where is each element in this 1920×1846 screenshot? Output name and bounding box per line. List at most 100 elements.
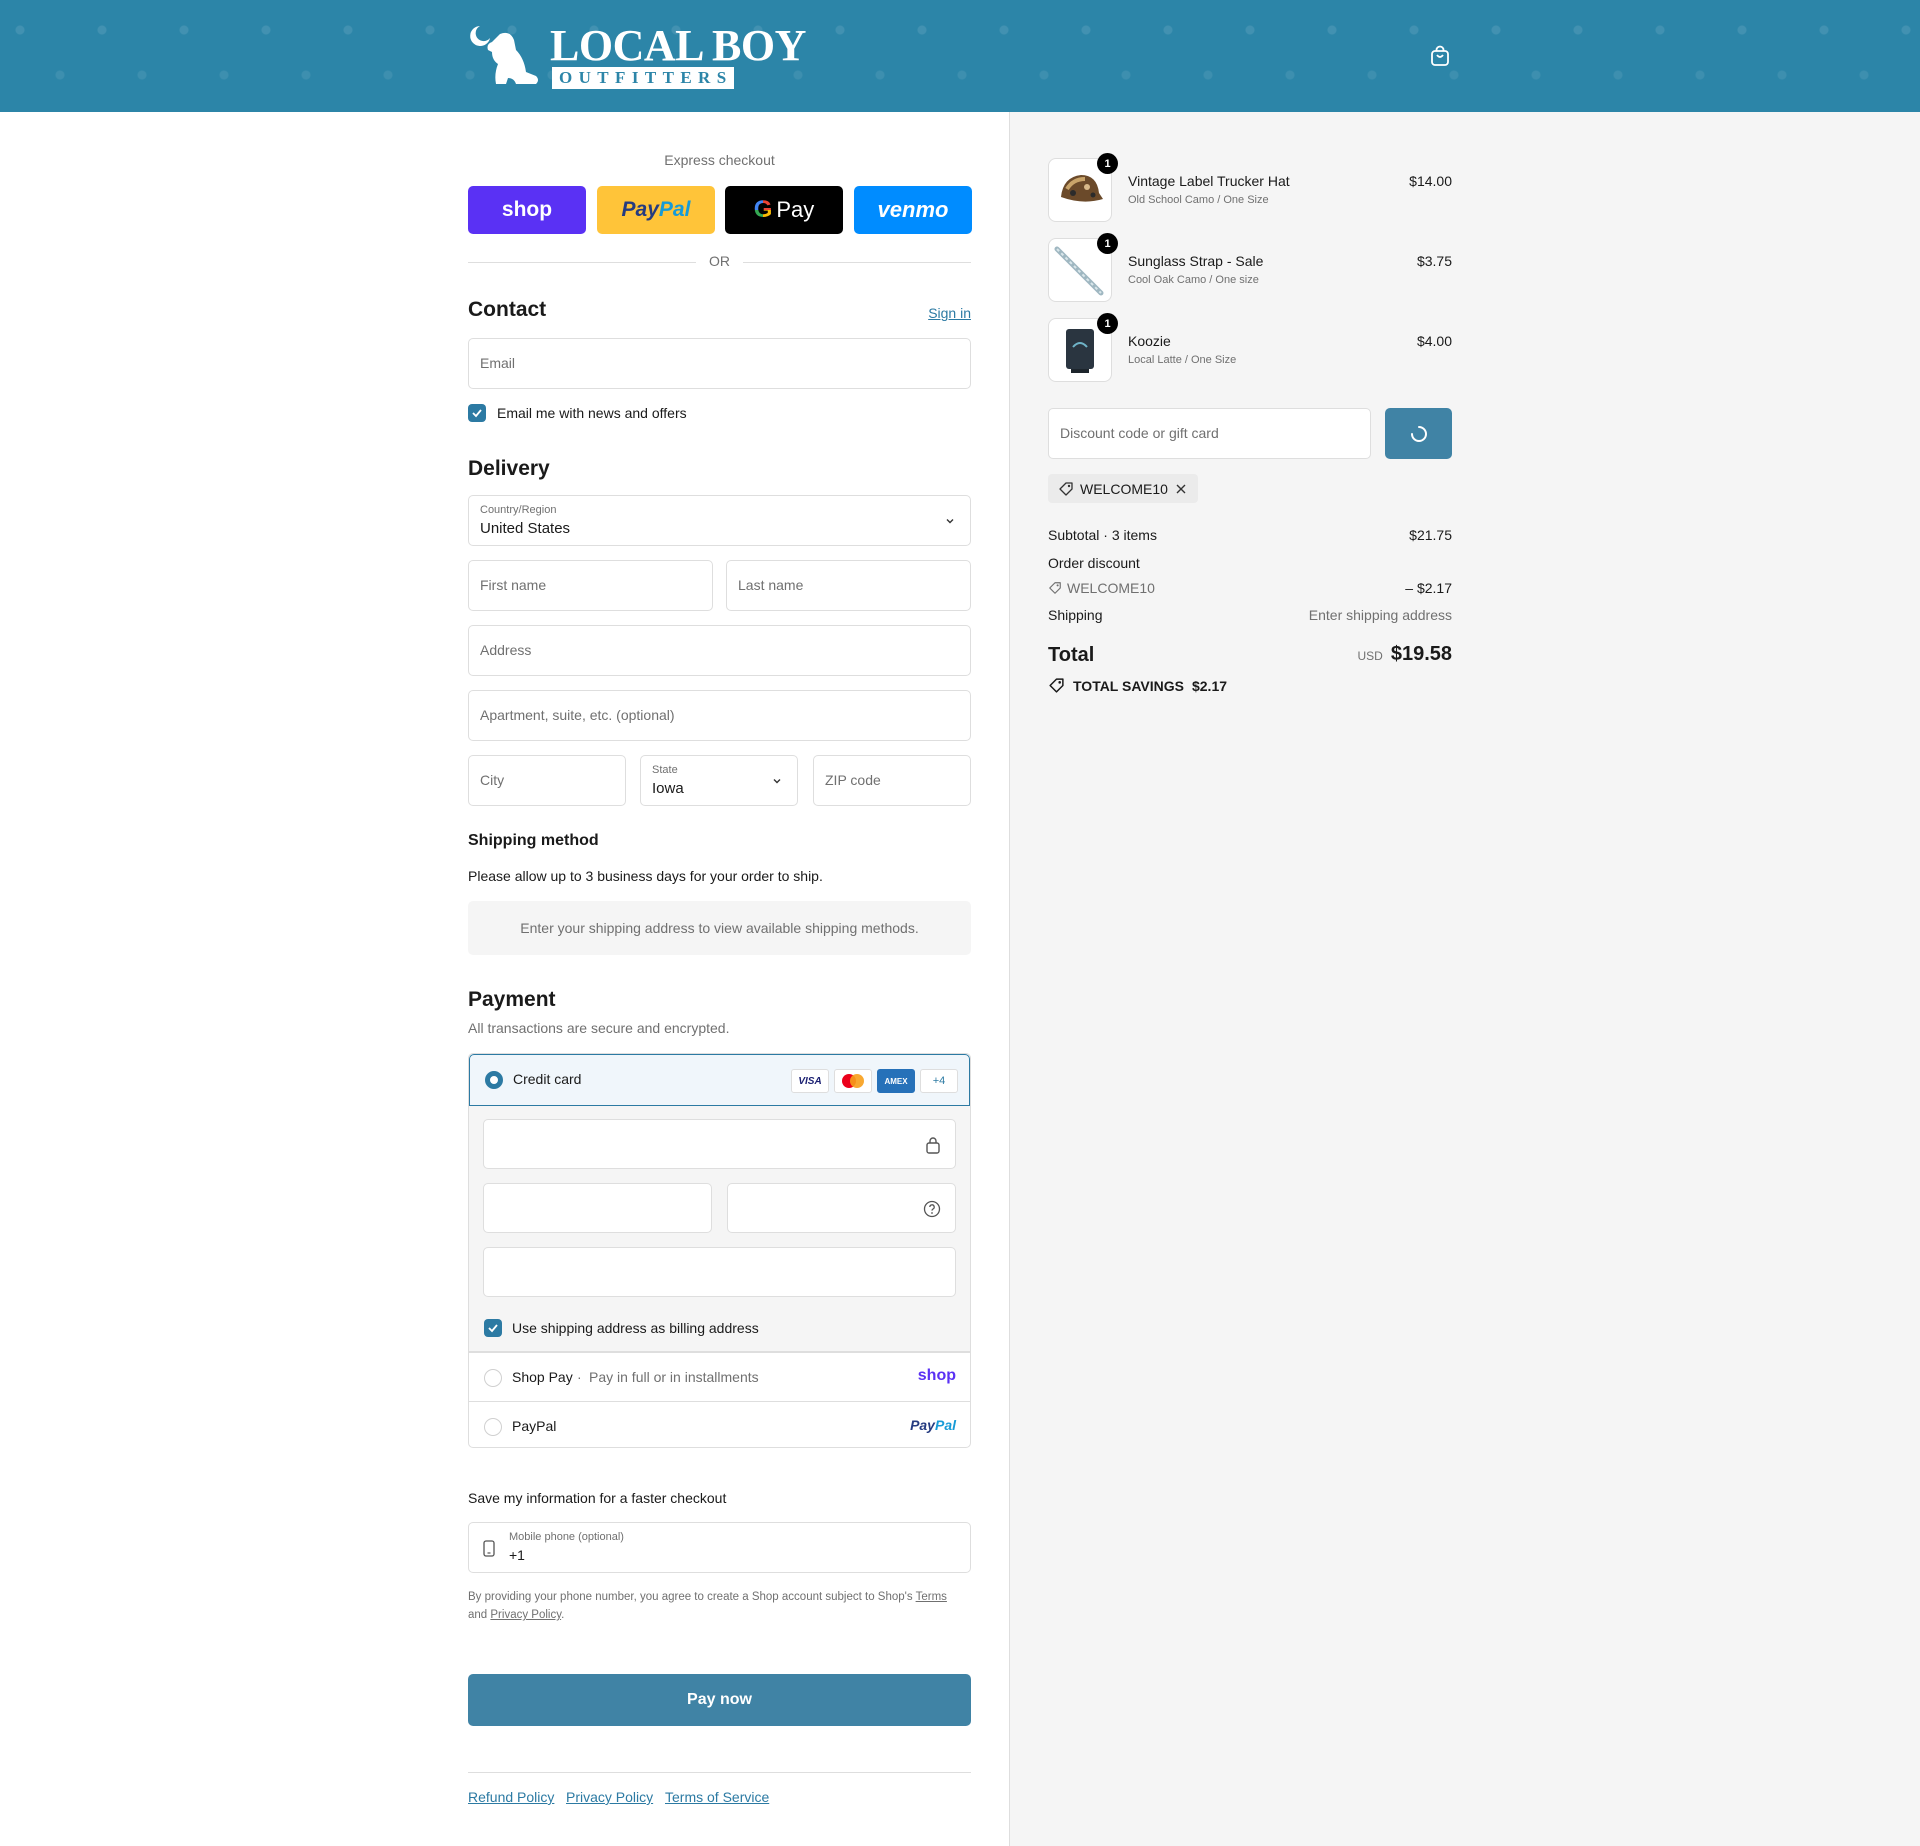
venmo-express-button[interactable]: venmo bbox=[854, 186, 972, 234]
order-discount-label: Order discount bbox=[1048, 555, 1140, 571]
credit-card-label: Credit card bbox=[513, 1071, 582, 1087]
visa-label: VISA bbox=[798, 1075, 822, 1087]
item-name: Vintage Label Trucker Hat bbox=[1128, 173, 1290, 189]
amex-icon: AMEX bbox=[877, 1069, 915, 1093]
name-on-card-field[interactable] bbox=[483, 1247, 956, 1297]
refund-policy-link[interactable]: Refund Policy bbox=[468, 1789, 554, 1805]
google-pay-express-button[interactable]: G Pay bbox=[725, 186, 843, 234]
item-quantity-badge: 1 bbox=[1097, 153, 1118, 174]
payment-subtitle: All transactions are secure and encrypte… bbox=[468, 1020, 730, 1036]
email-input[interactable]: Email bbox=[468, 338, 971, 389]
credit-card-radio[interactable] bbox=[485, 1071, 503, 1089]
brand-subtitle: OUTFITTERS bbox=[552, 67, 734, 89]
more-cards-label: +4 bbox=[932, 1075, 946, 1087]
brand-logo[interactable]: LOCAL BOY OUTFITTERS bbox=[466, 20, 806, 92]
total-savings-row: TOTAL SAVINGS $2.17 bbox=[1048, 677, 1227, 694]
shop-privacy-link[interactable]: Privacy Policy bbox=[490, 1609, 561, 1621]
item-variant: Old School Camo / One Size bbox=[1128, 194, 1269, 206]
brand-name: LOCAL BOY bbox=[550, 21, 806, 70]
legal-period: . bbox=[561, 1609, 565, 1621]
check-icon bbox=[472, 409, 482, 418]
shipping-method-title: Shipping method bbox=[468, 832, 599, 849]
terms-of-service-link[interactable]: Terms of Service bbox=[665, 1789, 769, 1805]
email-placeholder: Email bbox=[480, 355, 516, 371]
shop-pay-logo: shop bbox=[917, 1367, 956, 1384]
item-quantity-badge: 1 bbox=[1097, 313, 1118, 334]
pay-now-button[interactable]: Pay now bbox=[468, 1674, 971, 1726]
discount-value: – $2.17 bbox=[1405, 580, 1452, 596]
apply-discount-button[interactable] bbox=[1385, 408, 1452, 459]
shipping-note: Please allow up to 3 business days for y… bbox=[468, 868, 823, 884]
shop-terms-link[interactable]: Terms bbox=[916, 1591, 947, 1603]
address-input[interactable]: Address bbox=[468, 625, 971, 676]
shopping-bag-icon[interactable] bbox=[1428, 44, 1452, 68]
or-divider: OR bbox=[468, 253, 971, 271]
last-name-input[interactable]: Last name bbox=[726, 560, 971, 611]
total-amount: USD $19.58 bbox=[1357, 643, 1452, 666]
order-summary-pane bbox=[1009, 112, 1920, 1846]
total-label: Total bbox=[1048, 644, 1095, 666]
paypal-radio[interactable] bbox=[484, 1418, 502, 1436]
shop-pay-label: Shop Pay bbox=[512, 1369, 573, 1385]
tag-icon bbox=[1049, 678, 1064, 693]
shop-pay-express-button[interactable]: shop bbox=[468, 186, 586, 234]
news-offers-checkbox[interactable] bbox=[468, 404, 486, 422]
applied-code: WELCOME10 bbox=[1080, 480, 1168, 497]
more-cards-badge: +4 bbox=[920, 1069, 958, 1093]
shop-pay-option[interactable]: Shop Pay · Pay in full or in installment… bbox=[469, 1352, 970, 1402]
paypal-express-button[interactable]: Pay Pal bbox=[597, 186, 715, 234]
shop-pay-separator: · bbox=[577, 1369, 582, 1385]
save-info-title: Save my information for a faster checkou… bbox=[468, 1490, 727, 1506]
visa-icon: VISA bbox=[791, 1069, 829, 1093]
shipping-empty-text: Enter your shipping address to view avai… bbox=[520, 920, 919, 936]
mobile-phone-input[interactable]: Mobile phone (optional) +1 bbox=[468, 1522, 971, 1573]
chevron-down-icon bbox=[773, 779, 781, 784]
credit-card-option[interactable]: Credit card VISA AMEX +4 bbox=[469, 1054, 970, 1106]
state-select[interactable]: State Iowa bbox=[640, 755, 798, 806]
city-input[interactable]: City bbox=[468, 755, 626, 806]
item-price: $14.00 bbox=[1409, 173, 1452, 189]
loading-spinner-icon bbox=[1410, 425, 1427, 442]
shipping-label: Shipping bbox=[1048, 607, 1103, 623]
billing-address-label: Use shipping address as billing address bbox=[512, 1320, 759, 1336]
apartment-placeholder: Apartment, suite, etc. (optional) bbox=[480, 707, 675, 723]
chevron-down-icon bbox=[946, 519, 954, 524]
zip-placeholder: ZIP code bbox=[825, 772, 881, 788]
shop-pay-note: Pay in full or in installments bbox=[589, 1369, 759, 1385]
zip-input[interactable]: ZIP code bbox=[813, 755, 971, 806]
shop-pay-radio[interactable] bbox=[484, 1369, 502, 1387]
expiration-date-field[interactable] bbox=[483, 1183, 712, 1233]
country-select[interactable]: Country/Region United States bbox=[468, 495, 971, 546]
payment-methods: Credit card VISA AMEX +4 Use shipping ad bbox=[468, 1053, 971, 1448]
remove-discount-icon[interactable] bbox=[1174, 482, 1188, 496]
paypal-logo-pal: Pal bbox=[658, 198, 691, 221]
first-name-input[interactable]: First name bbox=[468, 560, 713, 611]
tag-icon bbox=[1049, 582, 1061, 594]
discount-placeholder: Discount code or gift card bbox=[1060, 425, 1219, 441]
billing-address-checkbox[interactable] bbox=[484, 1319, 502, 1337]
item-variant: Local Latte / One Size bbox=[1128, 354, 1237, 366]
help-circle-icon[interactable] bbox=[923, 1200, 941, 1218]
legal-and: and bbox=[468, 1609, 488, 1621]
security-code-field[interactable] bbox=[727, 1183, 956, 1233]
applied-discount-chip: WELCOME10 bbox=[1048, 474, 1198, 503]
sign-in-link[interactable]: Sign in bbox=[928, 305, 971, 321]
item-price: $3.75 bbox=[1416, 253, 1452, 269]
item-name: Koozie bbox=[1128, 333, 1171, 349]
card-number-field[interactable] bbox=[483, 1119, 956, 1169]
mobile-phone-label: Mobile phone (optional) bbox=[509, 1531, 624, 1543]
mobile-phone-value: +1 bbox=[509, 1547, 525, 1563]
delivery-title: Delivery bbox=[468, 457, 550, 480]
paypal-option[interactable]: PayPal PayPal bbox=[469, 1401, 970, 1447]
privacy-policy-link[interactable]: Privacy Policy bbox=[566, 1789, 653, 1805]
item-quantity-badge: 1 bbox=[1097, 233, 1118, 254]
paypal-logo-pal: Pal bbox=[934, 1417, 956, 1433]
address-placeholder: Address bbox=[480, 642, 532, 658]
total-value: $19.58 bbox=[1390, 643, 1452, 665]
amex-label: AMEX bbox=[884, 1076, 908, 1086]
apartment-input[interactable]: Apartment, suite, etc. (optional) bbox=[468, 690, 971, 741]
state-label: State bbox=[652, 764, 678, 776]
paypal-logo: PayPal bbox=[910, 1417, 956, 1433]
dog-moon-logo-icon bbox=[470, 26, 538, 84]
discount-code-input[interactable]: Discount code or gift card bbox=[1048, 408, 1371, 459]
